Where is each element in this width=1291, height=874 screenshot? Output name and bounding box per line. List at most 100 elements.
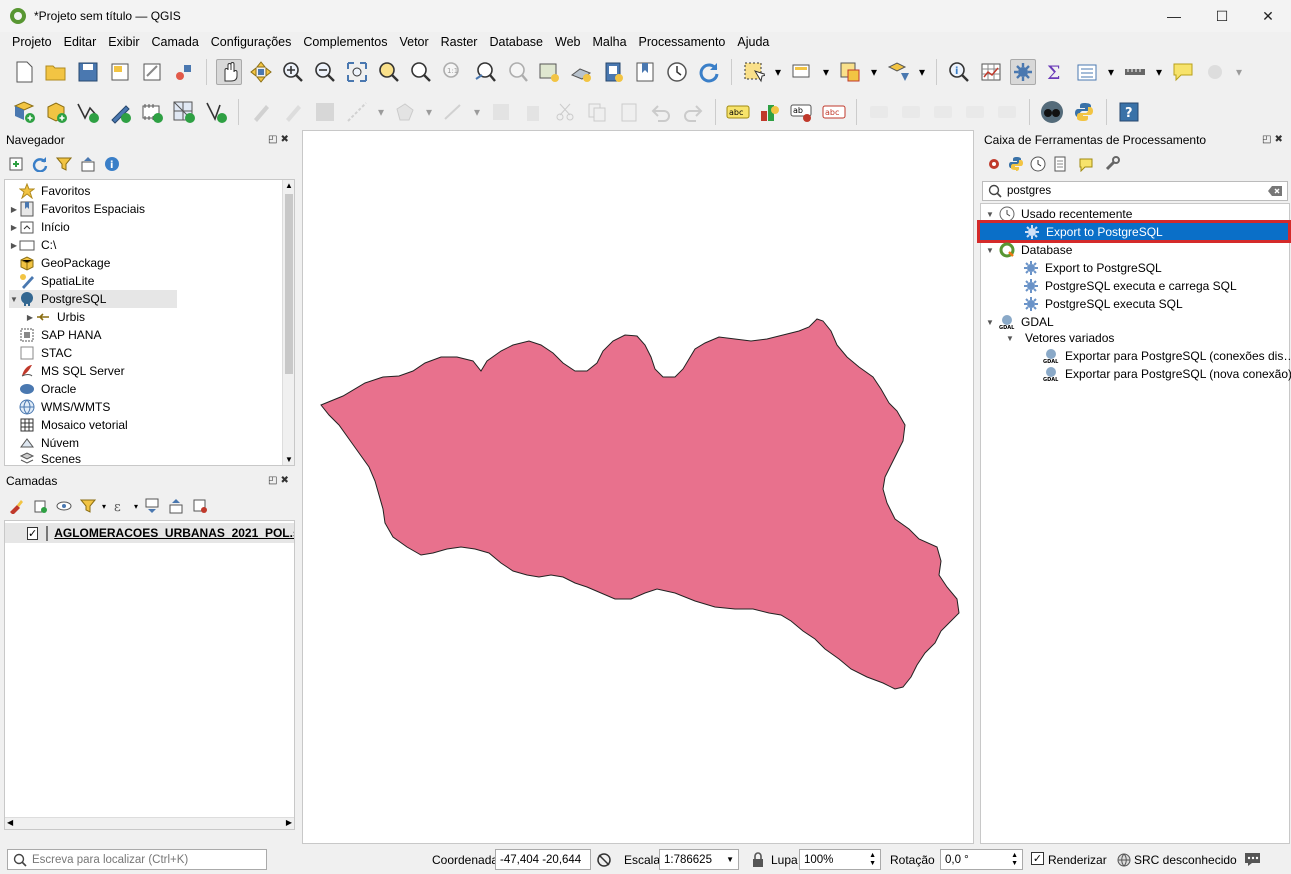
statistics-sigma-icon[interactable]: Σ xyxy=(1042,59,1068,85)
expand-arrow-icon[interactable]: ▶ xyxy=(9,241,19,250)
menu-database[interactable]: Database xyxy=(489,35,543,49)
python-scripts-icon[interactable] xyxy=(1008,156,1024,172)
models-gear-icon[interactable] xyxy=(986,156,1002,172)
tree-item-favoritos-espaciais[interactable]: ▶ Favoritos Espaciais xyxy=(9,200,145,218)
close-icon[interactable]: ✕ xyxy=(1245,0,1291,32)
toolbox-group-database[interactable]: ▼ Database xyxy=(985,241,1072,259)
crs-label[interactable]: SRC desconhecido xyxy=(1134,853,1237,867)
menu-complementos[interactable]: Complementos xyxy=(303,35,387,49)
remove-layer-icon[interactable] xyxy=(192,498,208,514)
zoom-full-icon[interactable] xyxy=(344,59,370,85)
tree-item-nuvem[interactable]: Núvem xyxy=(9,434,79,452)
pan-hand-icon[interactable] xyxy=(216,59,242,85)
tree-item-stac[interactable]: STAC xyxy=(9,344,72,362)
edit-features-in-place-icon[interactable] xyxy=(1078,156,1094,172)
chevron-down-icon[interactable]: ▼ xyxy=(726,855,734,864)
layer-name[interactable]: AGLOMERACOES_URBANAS_2021_POL.sl xyxy=(54,526,294,540)
tree-item-drive-c[interactable]: ▶ C:\ xyxy=(9,236,56,254)
processing-toolbox-icon[interactable] xyxy=(1010,59,1036,85)
zoom-out-icon[interactable] xyxy=(312,59,338,85)
toolbox-item-gdal-export-existing[interactable]: GDAL Exportar para PostgreSQL (conexões d… xyxy=(1043,347,1291,365)
navigator-scrollbar[interactable]: ▲ ▼ xyxy=(282,180,294,465)
redo-icon[interactable] xyxy=(680,99,706,125)
spin-arrows-icon[interactable]: ▲ ▼ xyxy=(869,852,876,868)
save-project-icon[interactable] xyxy=(75,59,101,85)
expand-arrow-icon[interactable]: ▼ xyxy=(1005,334,1015,343)
modify-attributes-icon[interactable] xyxy=(488,99,514,125)
move-label-icon[interactable] xyxy=(930,99,956,125)
pan-to-selection-icon[interactable] xyxy=(248,59,274,85)
new-spatialite-icon[interactable] xyxy=(107,99,133,125)
layers-hscrollbar[interactable]: ◀ ▶ xyxy=(5,817,294,829)
menu-ajuda[interactable]: Ajuda xyxy=(737,35,769,49)
spin-arrows-icon[interactable]: ▲ ▼ xyxy=(1011,852,1018,868)
zoom-to-selection-icon[interactable] xyxy=(376,59,402,85)
new-geopackage-icon[interactable] xyxy=(43,99,69,125)
select-location-icon[interactable] xyxy=(885,59,911,85)
results-viewer-icon[interactable] xyxy=(1052,156,1068,172)
render-checkbox[interactable]: ✓ xyxy=(1031,852,1044,865)
pin-labels-icon[interactable] xyxy=(866,99,892,125)
tree-item-urbis[interactable]: ▶ Urbis xyxy=(25,308,85,326)
chevron-down-icon[interactable]: ▾ xyxy=(1234,59,1244,85)
new-3d-view-icon[interactable] xyxy=(568,59,594,85)
layer-label-icon[interactable]: ab xyxy=(789,99,815,125)
delete-selected-icon[interactable] xyxy=(520,99,546,125)
filter-expression-icon[interactable]: ε xyxy=(112,498,128,514)
locator-search-field[interactable]: Escreva para localizar (Ctrl+K) xyxy=(7,849,267,870)
chevron-down-icon[interactable]: ▾ xyxy=(1154,59,1164,85)
filter-legend-icon[interactable] xyxy=(80,498,96,514)
chevron-down-icon[interactable]: ▾ xyxy=(102,502,106,511)
unplaced-labels-icon[interactable]: abc xyxy=(821,99,847,125)
minimize-icon[interactable]: — xyxy=(1151,0,1197,32)
tree-item-postgresql[interactable]: ▼ PostgreSQL xyxy=(9,290,177,308)
scroll-up-icon[interactable]: ▲ xyxy=(285,181,293,190)
style-manager-icon[interactable] xyxy=(171,59,197,85)
visibility-eye-icon[interactable] xyxy=(56,498,72,514)
undo-icon[interactable] xyxy=(648,99,674,125)
map-polygon[interactable] xyxy=(320,318,960,690)
add-polygon-icon[interactable] xyxy=(392,99,418,125)
add-group-icon[interactable] xyxy=(32,498,48,514)
clear-search-icon[interactable] xyxy=(1267,183,1283,199)
expand-arrow-icon[interactable]: ▶ xyxy=(25,313,35,322)
menu-web[interactable]: Web xyxy=(555,35,580,49)
toolbox-item-postgresql-exec-load[interactable]: PostgreSQL executa e carrega SQL xyxy=(1023,277,1237,295)
identify-features-icon[interactable]: i xyxy=(946,59,972,85)
tree-item-wms[interactable]: WMS/WMTS xyxy=(9,398,110,416)
expand-arrow-icon[interactable]: ▶ xyxy=(9,223,19,232)
toolbox-item-postgresql-exec[interactable]: PostgreSQL executa SQL xyxy=(1023,295,1183,313)
map-canvas[interactable] xyxy=(302,130,974,844)
tree-item-mssql[interactable]: MS SQL Server xyxy=(9,362,125,380)
cut-features-icon[interactable] xyxy=(552,99,578,125)
toolbox-item-export-postgresql-recent[interactable]: Export to PostgreSQL xyxy=(977,220,1291,243)
data-source-manager-icon[interactable] xyxy=(11,99,37,125)
diagram-icon[interactable] xyxy=(757,99,783,125)
toggle-extents-icon[interactable] xyxy=(596,852,612,868)
menu-processamento[interactable]: Processamento xyxy=(639,35,726,49)
save-edits-icon[interactable] xyxy=(312,99,338,125)
rotate-label-icon[interactable] xyxy=(962,99,988,125)
refresh-icon[interactable] xyxy=(32,156,48,172)
python-console-icon[interactable] xyxy=(1071,99,1097,125)
zoom-last-icon[interactable] xyxy=(472,59,498,85)
select-features-icon[interactable] xyxy=(741,59,767,85)
styling-brush-icon[interactable] xyxy=(8,498,24,514)
toolbox-search-input[interactable]: postgres xyxy=(1007,185,1267,197)
refresh-icon[interactable] xyxy=(696,59,722,85)
tree-item-inicio[interactable]: ▶ Início xyxy=(9,218,70,236)
plugin-binoculars-icon[interactable] xyxy=(1039,99,1065,125)
info-icon[interactable]: i xyxy=(104,156,120,172)
show-hide-labels-icon[interactable] xyxy=(898,99,924,125)
chevron-down-icon[interactable]: ▾ xyxy=(917,59,927,85)
expand-arrow-icon[interactable]: ▼ xyxy=(985,246,995,255)
expand-arrow-icon[interactable]: ▶ xyxy=(9,205,19,214)
tree-item-favoritos[interactable]: Favoritos xyxy=(9,182,90,200)
menu-editar[interactable]: Editar xyxy=(64,35,97,49)
history-icon[interactable] xyxy=(1030,156,1046,172)
toolbox-dock-buttons[interactable]: ◰✖ xyxy=(1262,134,1287,145)
zoom-to-layer-icon[interactable] xyxy=(408,59,434,85)
new-mesh-layer-icon[interactable] xyxy=(171,99,197,125)
menu-vetor[interactable]: Vetor xyxy=(399,35,428,49)
filter-icon[interactable] xyxy=(56,156,72,172)
